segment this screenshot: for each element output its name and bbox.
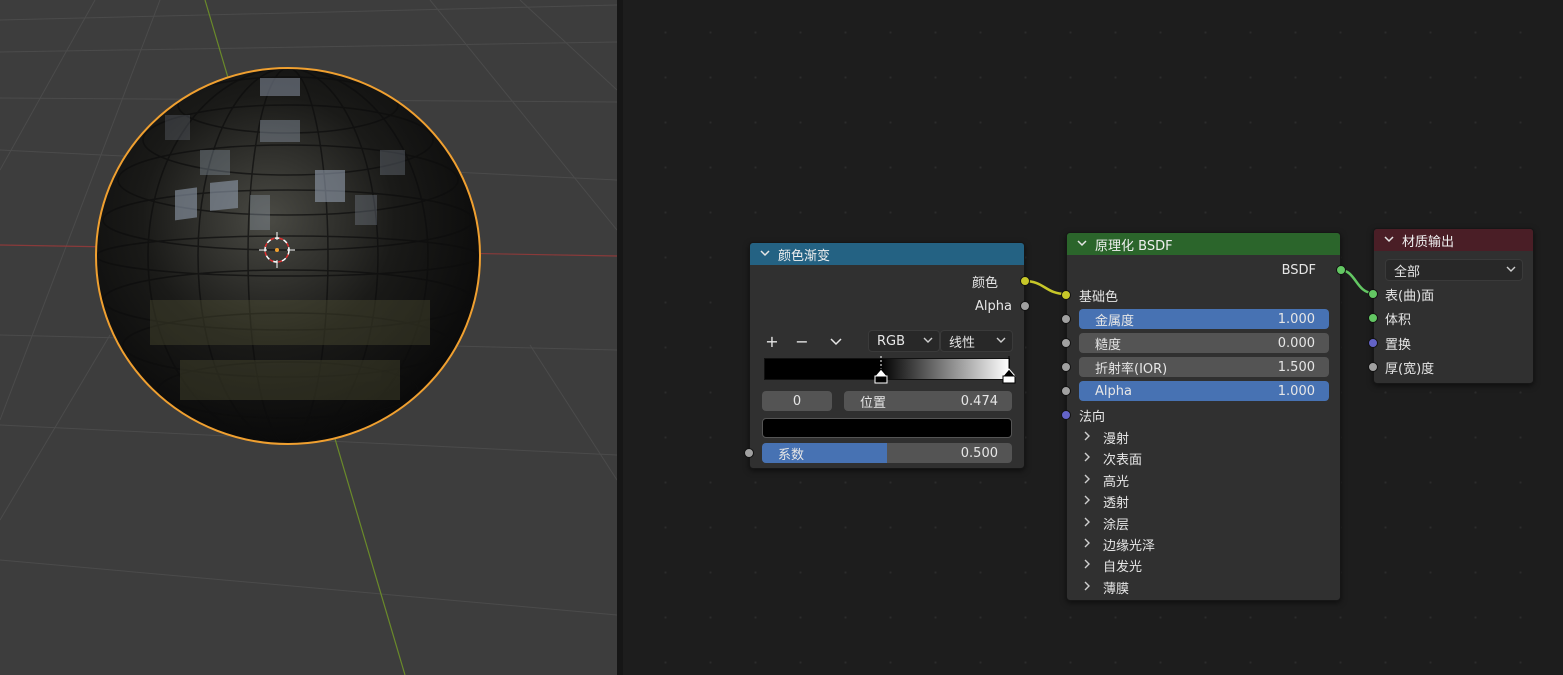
output-alpha-socket[interactable] [1020, 301, 1030, 311]
ramp-menu-chevron-icon[interactable] [826, 331, 846, 351]
chevron-right-icon [1083, 474, 1097, 487]
displacement-label: 置换 [1385, 337, 1412, 353]
panel-sheen[interactable]: 边缘光泽 [1083, 534, 1155, 554]
chevron-down-icon[interactable] [1382, 234, 1396, 247]
chevron-right-icon [1083, 581, 1097, 594]
position-field[interactable]: 位置 0.474 [844, 391, 1012, 411]
volume-label: 体积 [1385, 312, 1412, 328]
roughness-field[interactable]: 糙度 0.000 [1079, 333, 1329, 353]
node-header[interactable]: 原理化 BSDF [1067, 233, 1340, 255]
panel-specular[interactable]: 高光 [1083, 470, 1129, 490]
ior-field[interactable]: 折射率(IOR) 1.500 [1079, 357, 1329, 377]
chevron-down-icon[interactable] [1075, 238, 1089, 251]
active-stop-index-field[interactable]: 0 [762, 391, 832, 411]
factor-slider[interactable]: 系数 0.500 [762, 443, 1012, 463]
surface-label: 表(曲)面 [1385, 288, 1435, 304]
node-header[interactable]: 材质输出 [1374, 229, 1533, 251]
output-bsdf-socket[interactable] [1336, 265, 1346, 275]
panel-coat[interactable]: 涂层 [1083, 513, 1129, 533]
node-header[interactable]: 颜色渐变 [750, 243, 1024, 265]
panel-diffuse[interactable]: 漫射 [1083, 427, 1129, 447]
input-roughness-socket[interactable] [1061, 338, 1071, 348]
node-title: 颜色渐变 [778, 248, 831, 264]
panel-subsurface[interactable]: 次表面 [1083, 448, 1142, 468]
input-factor-socket[interactable] [744, 448, 754, 458]
panel-transmission[interactable]: 透射 [1083, 491, 1129, 511]
3d-viewport[interactable] [0, 0, 617, 675]
input-volume-socket[interactable] [1368, 313, 1378, 323]
metallic-field[interactable]: 金属度 1.000 [1079, 309, 1329, 329]
chevron-right-icon [1083, 452, 1097, 465]
target-dropdown[interactable]: 全部 [1385, 259, 1523, 281]
output-color-socket[interactable] [1020, 276, 1030, 286]
chevron-down-icon[interactable] [758, 248, 772, 261]
principled-bsdf-node[interactable]: 原理化 BSDF BSDF 基础色 金属度 1.000 糙度 0.000 折射率(I… [1061, 232, 1346, 601]
panel-emission[interactable]: 自发光 [1083, 555, 1142, 575]
input-surface-socket[interactable] [1368, 289, 1378, 299]
input-displacement-socket[interactable] [1368, 338, 1378, 348]
chevron-right-icon [1083, 559, 1097, 572]
alpha-field[interactable]: Alpha 1.000 [1079, 381, 1329, 401]
base-color-label: 基础色 [1079, 289, 1119, 305]
color-ramp-node[interactable]: 颜色渐变 颜色 Alpha + − RGB 线性 0 位置 0.474 系数 0.5… [744, 242, 1030, 469]
chevron-right-icon [1083, 431, 1097, 444]
input-thickness-socket[interactable] [1368, 362, 1378, 372]
input-base-color-socket[interactable] [1061, 290, 1071, 300]
panel-thin-film[interactable]: 薄膜 [1083, 577, 1129, 597]
node-title: 原理化 BSDF [1095, 238, 1173, 254]
chevron-right-icon [1083, 517, 1097, 530]
color-mode-dropdown[interactable]: RGB [868, 330, 940, 352]
input-ior-socket[interactable] [1061, 362, 1071, 372]
input-metallic-socket[interactable] [1061, 314, 1071, 324]
output-bsdf-label: BSDF [1281, 262, 1316, 278]
output-alpha-label: Alpha [975, 298, 1012, 314]
stop-marker-white[interactable] [1001, 356, 1017, 384]
stop-color-swatch[interactable] [762, 418, 1012, 438]
chevron-right-icon [1083, 538, 1097, 551]
normal-label: 法向 [1079, 409, 1106, 425]
thickness-label: 厚(宽)度 [1385, 361, 1435, 377]
viewport-scene [0, 0, 617, 675]
interpolation-dropdown[interactable]: 线性 [940, 330, 1013, 352]
stop-marker-black[interactable] [873, 356, 889, 384]
node-title: 材质输出 [1402, 234, 1455, 250]
output-color-label: 颜色 [971, 275, 998, 291]
remove-stop-button[interactable]: − [792, 331, 812, 351]
add-stop-button[interactable]: + [762, 331, 782, 351]
chevron-right-icon [1083, 495, 1097, 508]
input-alpha-socket[interactable] [1061, 386, 1071, 396]
input-normal-socket[interactable] [1061, 410, 1071, 420]
material-output-node[interactable]: 材质输出 全部 表(曲)面 体积 置换 厚(宽)度 [1368, 228, 1534, 384]
